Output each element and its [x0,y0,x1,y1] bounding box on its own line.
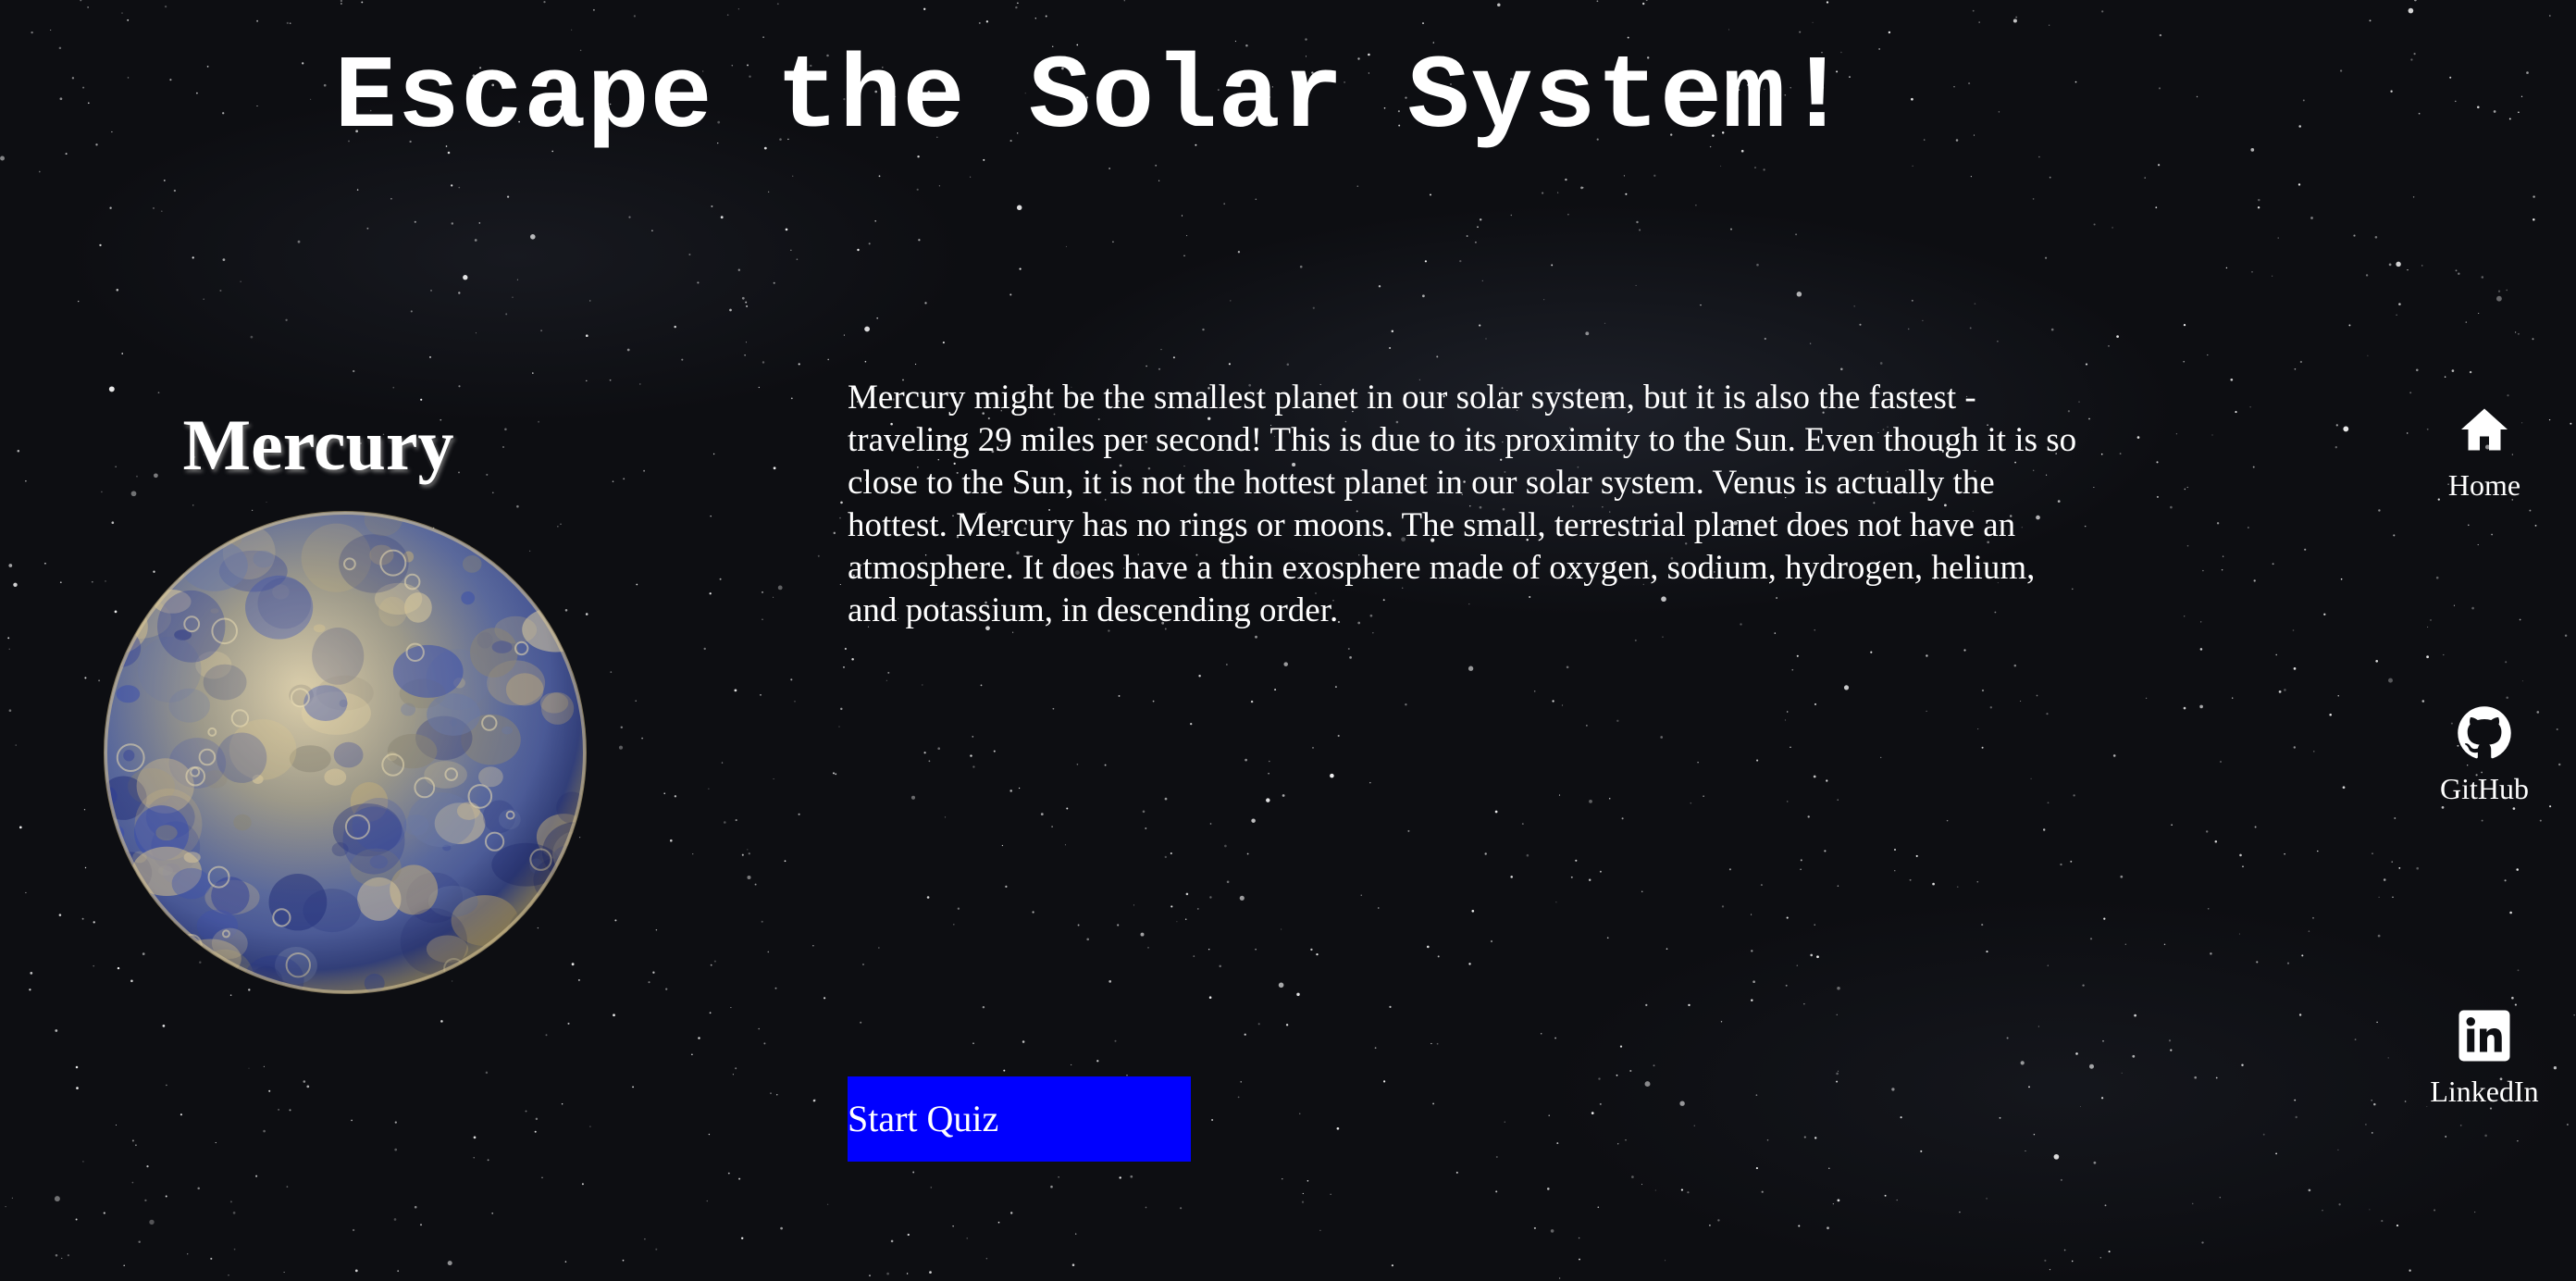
nav-github-label: GitHub [2440,772,2529,805]
planet-image [104,511,587,994]
nav-linkedin-link[interactable]: LinkedIn [2415,1008,2554,1108]
nav-home-link[interactable]: Home [2415,402,2554,502]
nav-home-label: Home [2447,468,2521,502]
nav-linkedin-label: LinkedIn [2430,1075,2539,1108]
nav-github-link[interactable]: GitHub [2415,705,2554,805]
home-icon [2461,408,2508,451]
page-title: Escape the Solar System! [334,40,1850,157]
planet-description: Mercury might be the smallest planet in … [848,379,2077,629]
github-icon [2458,706,2511,759]
linkedin-icon [2458,1010,2510,1062]
planet-name: Mercury [182,404,454,485]
start-quiz-button[interactable]: Start Quiz [848,1076,1191,1162]
